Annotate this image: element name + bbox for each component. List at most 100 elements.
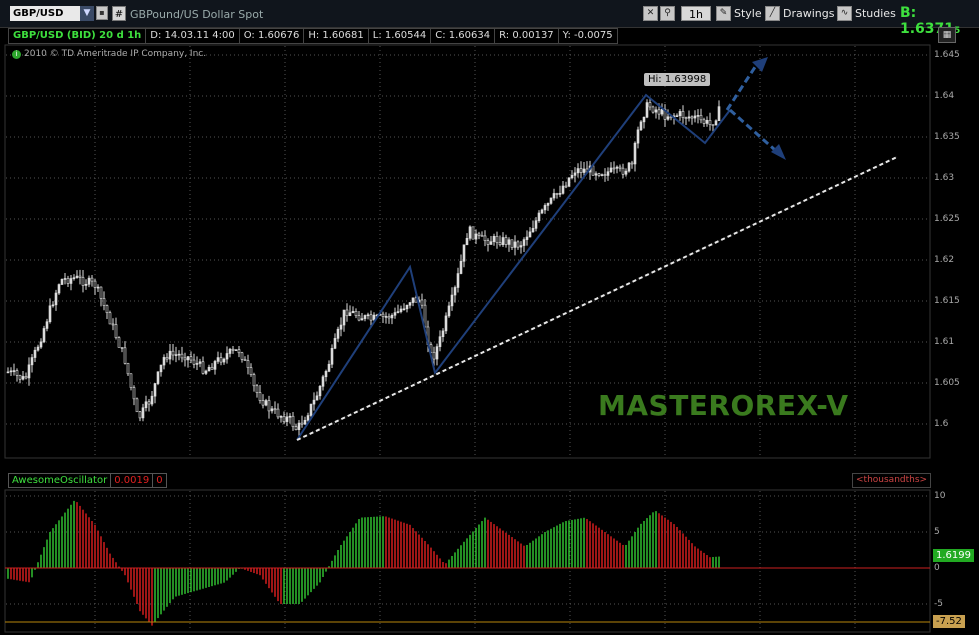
candle-body xyxy=(54,292,58,306)
candle-body xyxy=(579,168,583,173)
candle-body xyxy=(702,119,706,124)
candle-body xyxy=(399,308,403,312)
candle-body xyxy=(342,309,346,326)
candle-body xyxy=(366,314,370,317)
candle-body xyxy=(405,304,409,310)
candle-body xyxy=(606,171,610,176)
candle-body xyxy=(132,387,136,400)
candle-body xyxy=(228,348,232,354)
candle-body xyxy=(129,373,133,388)
candle-body xyxy=(66,278,70,284)
candle-body xyxy=(381,313,385,317)
candle-body xyxy=(30,357,34,366)
candle-body xyxy=(198,361,202,364)
candle-body xyxy=(162,357,166,366)
candle-body xyxy=(384,316,388,318)
candle-body xyxy=(447,305,451,317)
oscillator-tick: -5 xyxy=(934,599,943,609)
candle-body xyxy=(435,346,439,360)
candle-body xyxy=(660,108,664,115)
candle-body xyxy=(327,363,331,372)
candle-body xyxy=(582,168,586,173)
candle-body xyxy=(45,321,49,329)
candle-body xyxy=(525,236,529,240)
candle-body xyxy=(6,371,10,374)
candle-body xyxy=(297,422,301,430)
candle-body xyxy=(321,376,325,387)
candle-body xyxy=(411,297,415,303)
price-tick: 1.615 xyxy=(934,296,960,306)
candle-body xyxy=(303,420,307,425)
bullish-arrow-line[interactable] xyxy=(725,63,759,111)
candle-body xyxy=(621,167,625,175)
candle-body xyxy=(165,357,169,360)
candle-body xyxy=(348,312,352,317)
candle-body xyxy=(696,115,700,117)
candle-body xyxy=(219,357,223,363)
candle-body xyxy=(462,244,466,262)
candle-body xyxy=(717,106,721,122)
candle-body xyxy=(309,403,313,416)
candle-body xyxy=(111,323,115,326)
candle-body xyxy=(480,235,484,237)
candle-body xyxy=(180,353,184,359)
candle-body xyxy=(183,357,187,361)
candle-body xyxy=(549,197,553,204)
candle-body xyxy=(282,416,286,422)
candle-body xyxy=(633,142,637,165)
candle-body xyxy=(540,209,544,214)
candle-body xyxy=(666,116,670,120)
candle-body xyxy=(261,400,265,406)
candle-body xyxy=(189,356,193,361)
candle-body xyxy=(126,363,130,375)
candle-body xyxy=(279,416,283,418)
candle-body xyxy=(267,400,271,412)
candle-body xyxy=(243,359,247,361)
candle-body xyxy=(453,287,457,296)
candle-body xyxy=(360,318,364,321)
price-tick: 1.64 xyxy=(934,91,955,101)
candle-body xyxy=(273,408,277,411)
candle-body xyxy=(312,399,316,405)
candle-body xyxy=(15,370,19,376)
candle-body xyxy=(408,302,412,306)
candle-body xyxy=(159,364,163,373)
candle-body xyxy=(42,328,46,343)
oscillator-name[interactable]: AwesomeOscillator xyxy=(8,473,112,488)
copyright-text: 2010 © TD Ameritrade IP Company, Inc. xyxy=(24,49,207,59)
copyright-notice: i 2010 © TD Ameritrade IP Company, Inc. xyxy=(12,49,206,59)
candle-body xyxy=(459,260,463,274)
candle-body xyxy=(552,193,556,199)
bearish-arrow-line[interactable] xyxy=(729,108,776,152)
bearish-arrow-head xyxy=(771,144,786,160)
candle-body xyxy=(81,277,85,286)
candle-body xyxy=(441,330,445,338)
candle-body xyxy=(333,338,337,349)
candle-body xyxy=(474,233,478,240)
candle-body xyxy=(483,235,487,241)
candle-body xyxy=(495,235,499,243)
oscillator-low-tag: -7.52 xyxy=(933,615,965,628)
candle-body xyxy=(150,395,154,405)
candle-body xyxy=(624,170,628,175)
candle-body xyxy=(465,238,469,246)
price-chart[interactable] xyxy=(0,0,979,635)
candle-body xyxy=(288,415,292,418)
candle-body xyxy=(693,115,697,119)
candle-body xyxy=(168,350,172,360)
candle-body xyxy=(498,242,502,245)
candle-body xyxy=(612,167,616,170)
candle-body xyxy=(258,392,262,401)
candle-body xyxy=(708,120,712,125)
candle-body xyxy=(204,370,208,374)
candle-body xyxy=(516,241,520,248)
candle-body xyxy=(432,351,436,360)
candle-body xyxy=(363,315,367,319)
candle-body xyxy=(543,205,547,211)
price-tick: 1.63 xyxy=(934,173,955,183)
candle-body xyxy=(396,311,400,313)
candle-body xyxy=(594,173,598,176)
candle-body xyxy=(84,284,88,286)
candle-body xyxy=(222,358,226,363)
candle-body xyxy=(240,352,244,360)
